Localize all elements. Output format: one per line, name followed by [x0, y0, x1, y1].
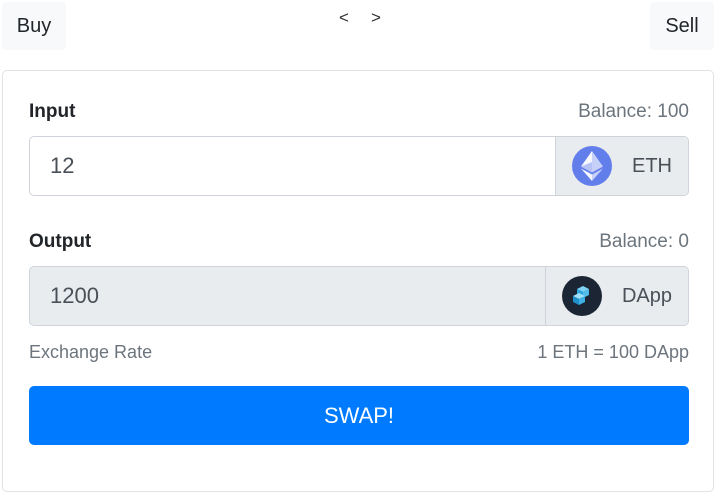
input-balance: Balance: 100: [578, 101, 689, 122]
nav-arrows: < >: [336, 6, 384, 30]
swap-card: Input Balance: 100 ETH Output Balance: 0: [2, 70, 714, 492]
output-amount-field[interactable]: [30, 267, 545, 325]
sell-tab-button[interactable]: Sell: [650, 2, 714, 50]
output-label: Output: [29, 231, 92, 252]
dapp-token-icon: [561, 276, 602, 316]
output-token-symbol: DApp: [621, 284, 672, 307]
input-amount-group: ETH: [29, 136, 689, 196]
output-amount-group: DApp: [29, 266, 689, 326]
input-amount-field[interactable]: [30, 137, 555, 195]
prev-arrow-icon[interactable]: <: [336, 8, 352, 28]
output-balance: Balance: 0: [599, 231, 689, 252]
output-token-addon: DApp: [544, 267, 688, 325]
buy-tab-button[interactable]: Buy: [2, 2, 66, 50]
exchange-rate-label: Exchange Rate: [29, 342, 153, 362]
input-label: Input: [29, 101, 76, 122]
next-arrow-icon[interactable]: >: [368, 8, 384, 28]
ethereum-icon: [572, 146, 612, 186]
exchange-rate-value: 1 ETH = 100 DApp: [537, 342, 689, 362]
top-bar: Buy < > Sell: [0, 0, 720, 56]
swap-button[interactable]: SWAP!: [29, 386, 689, 445]
input-token-addon: ETH: [555, 137, 688, 195]
input-token-symbol: ETH: [632, 154, 672, 177]
